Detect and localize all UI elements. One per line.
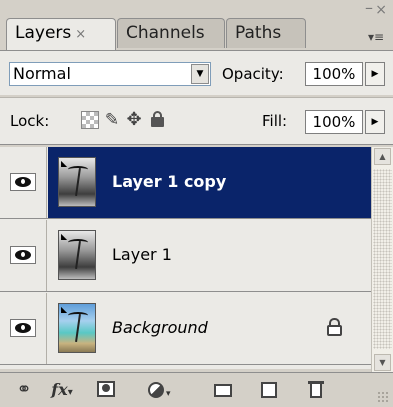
layer-name-cell[interactable]: ◣ Layer 1 bbox=[48, 220, 371, 291]
tab-strip: – × Layers × Channels Paths ▾≡ bbox=[0, 0, 393, 50]
eye-icon[interactable] bbox=[10, 246, 36, 264]
tab-paths[interactable]: Paths bbox=[226, 18, 306, 48]
fill-input[interactable]: 100% bbox=[305, 110, 363, 134]
tab-channels-label: Channels bbox=[126, 23, 205, 43]
layers-list: ◣ Layer 1 copy ◣ Layer 1 ◣ Background bbox=[0, 147, 371, 369]
layer-style-fx-icon[interactable]: fx▾ bbox=[46, 379, 78, 401]
visibility-toggle[interactable] bbox=[0, 220, 47, 291]
new-adjustment-layer-icon[interactable]: ▾ bbox=[146, 379, 172, 401]
tab-layers[interactable]: Layers × bbox=[6, 18, 116, 50]
lock-all-padlock-icon[interactable] bbox=[149, 111, 167, 129]
lock-image-pixels-brush-icon[interactable]: ✎ bbox=[103, 111, 121, 129]
lock-fill-row: Lock: Fill: 100% ▶ bbox=[0, 97, 393, 145]
layer-row-layer-1[interactable]: ◣ Layer 1 bbox=[0, 220, 371, 292]
eye-icon[interactable] bbox=[10, 173, 36, 191]
tab-close-icon[interactable]: × bbox=[75, 27, 86, 42]
link-layers-icon[interactable]: ⚭ bbox=[12, 379, 36, 401]
layer-name[interactable]: Layer 1 bbox=[112, 244, 172, 266]
chevron-down-icon[interactable]: ▼ bbox=[191, 64, 209, 84]
eye-icon[interactable] bbox=[10, 319, 36, 337]
tab-paths-label: Paths bbox=[235, 23, 282, 43]
layer-name-cell[interactable]: ◣ Background bbox=[48, 293, 371, 364]
padlock-icon bbox=[326, 317, 344, 337]
add-layer-mask-icon[interactable] bbox=[95, 379, 117, 401]
layers-panel: – × Layers × Channels Paths ▾≡ Normal ▼ O… bbox=[0, 0, 393, 407]
new-group-folder-icon[interactable] bbox=[212, 379, 236, 401]
blend-mode-select[interactable]: Normal ▼ bbox=[9, 62, 211, 86]
opacity-slider-arrow-icon[interactable]: ▶ bbox=[365, 62, 385, 86]
panel-footer: ⚭ fx▾ ▾ bbox=[0, 372, 393, 407]
opacity-input[interactable]: 100% bbox=[305, 62, 363, 86]
fx-label: fx bbox=[51, 380, 68, 399]
resize-grip-icon[interactable] bbox=[377, 391, 389, 403]
layer-name[interactable]: Layer 1 copy bbox=[112, 171, 226, 193]
layer-thumbnail: ◣ bbox=[58, 303, 96, 353]
fill-slider-arrow-icon[interactable]: ▶ bbox=[365, 110, 385, 134]
lock-position-move-icon[interactable]: ✥ bbox=[125, 111, 143, 129]
scroll-up-arrow-icon[interactable]: ▲ bbox=[374, 148, 391, 165]
lock-transparent-pixels-icon[interactable] bbox=[81, 111, 99, 129]
new-layer-icon[interactable] bbox=[258, 379, 282, 401]
visibility-toggle[interactable] bbox=[0, 293, 47, 364]
delete-layer-trash-icon[interactable] bbox=[305, 379, 329, 401]
blend-mode-value: Normal bbox=[13, 64, 71, 83]
layer-thumbnail: ◣ bbox=[58, 157, 96, 207]
layer-row-background[interactable]: ◣ Background bbox=[0, 293, 371, 365]
visibility-toggle[interactable] bbox=[0, 147, 47, 218]
layer-name-cell[interactable]: ◣ Layer 1 copy bbox=[48, 147, 371, 218]
fill-label: Fill: bbox=[262, 112, 288, 130]
layer-row-layer-1-copy[interactable]: ◣ Layer 1 copy bbox=[0, 147, 371, 219]
layer-thumbnail: ◣ bbox=[58, 230, 96, 280]
opacity-label: Opacity: bbox=[222, 65, 284, 83]
minimize-icon[interactable]: – bbox=[365, 0, 373, 17]
layer-name[interactable]: Background bbox=[112, 317, 208, 339]
tab-layers-label: Layers bbox=[15, 23, 72, 43]
scroll-track[interactable] bbox=[373, 169, 392, 349]
lock-label: Lock: bbox=[10, 112, 50, 130]
panel-menu-icon[interactable]: ▾≡ bbox=[363, 30, 389, 46]
layers-scrollbar[interactable]: ▲ ▼ bbox=[371, 147, 393, 373]
blend-opacity-row: Normal ▼ Opacity: 100% ▶ bbox=[0, 50, 393, 95]
close-panel-icon[interactable]: × bbox=[375, 2, 387, 18]
scroll-down-arrow-icon[interactable]: ▼ bbox=[374, 354, 391, 371]
tab-channels[interactable]: Channels bbox=[117, 18, 225, 48]
